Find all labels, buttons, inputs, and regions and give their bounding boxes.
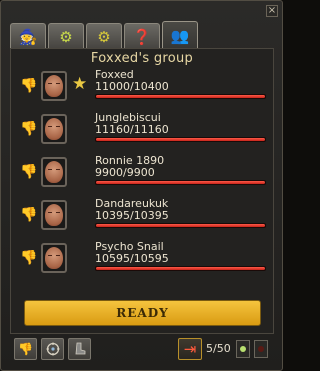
tab-help[interactable]: ❓ xyxy=(124,23,160,49)
follow-button[interactable] xyxy=(68,338,91,360)
member-hp: 11000/10400 xyxy=(95,80,169,93)
hp-bar-fill xyxy=(96,224,265,227)
member-hp: 10395/10395 xyxy=(95,209,169,222)
tab-character[interactable]: 🧙 xyxy=(10,23,46,49)
cogs-icon: ⚙ xyxy=(97,27,111,46)
compass-icon xyxy=(46,342,59,356)
avatar[interactable] xyxy=(41,71,67,101)
bottom-bar: 👎 ⇥ 5/50 xyxy=(10,338,274,364)
hp-bar xyxy=(95,266,266,271)
member-count: 5/50 xyxy=(206,342,231,355)
thumbs-down-icon[interactable]: 👎 xyxy=(20,79,38,93)
tab-options[interactable]: ⚙ xyxy=(86,23,122,49)
avatar[interactable] xyxy=(41,114,67,144)
chat-icon: ❓ xyxy=(132,27,152,46)
thumbs-down-icon[interactable]: 👎 xyxy=(20,165,38,179)
tab-bar: 🧙 ⚙ ⚙ ❓ 👥 xyxy=(10,21,198,49)
close-button[interactable]: × xyxy=(266,5,278,17)
hp-bar-fill xyxy=(96,181,265,184)
member-row: 👎 Dandareukuk 10395/10395 xyxy=(17,196,269,236)
face-icon xyxy=(45,118,63,140)
boot-icon xyxy=(75,342,85,355)
group-icon: 👥 xyxy=(170,26,190,45)
hp-bar xyxy=(95,94,266,99)
ready-button[interactable]: READY xyxy=(24,300,261,326)
hp-bar-fill xyxy=(96,138,265,141)
toggle-red-button[interactable] xyxy=(254,340,268,358)
hp-bar xyxy=(95,180,266,185)
member-row: 👎 ★ Foxxed 11000/10400 xyxy=(17,67,269,107)
group-title: Foxxed's group xyxy=(90,51,194,66)
member-row: 👎 Psycho Snail 10595/10595 xyxy=(17,239,269,279)
kick-button[interactable]: 👎 xyxy=(14,338,37,360)
leave-group-button[interactable]: ⇥ xyxy=(178,338,202,360)
face-icon xyxy=(45,204,63,226)
face-icon xyxy=(45,247,63,269)
exit-icon: ⇥ xyxy=(183,340,197,358)
thumbs-down-icon: 👎 xyxy=(18,342,33,356)
face-icon xyxy=(45,161,63,183)
character-icon: 🧙 xyxy=(18,27,38,46)
tab-settings[interactable]: ⚙ xyxy=(48,23,84,49)
tab-group[interactable]: 👥 xyxy=(162,21,198,49)
group-window: × 🧙 ⚙ ⚙ ❓ 👥 Foxxed's group 👎 ★ Foxxed 11… xyxy=(0,0,283,371)
red-dot-icon xyxy=(258,346,264,352)
member-row: 👎 Ronnie 1890 9900/9900 xyxy=(17,153,269,193)
avatar[interactable] xyxy=(41,243,67,273)
hp-bar-fill xyxy=(96,267,265,270)
avatar[interactable] xyxy=(41,200,67,230)
thumbs-down-icon[interactable]: 👎 xyxy=(20,122,38,136)
leader-star-icon: ★ xyxy=(72,74,88,94)
thumbs-down-icon[interactable]: 👎 xyxy=(20,251,38,265)
locate-button[interactable] xyxy=(41,338,64,360)
member-hp: 9900/9900 xyxy=(95,166,155,179)
group-panel: Foxxed's group 👎 ★ Foxxed 11000/10400 👎 … xyxy=(10,48,274,334)
face-icon xyxy=(45,75,63,97)
thumbs-down-icon[interactable]: 👎 xyxy=(20,208,38,222)
green-dot-icon xyxy=(240,346,246,352)
hp-bar xyxy=(95,137,266,142)
member-hp: 11160/11160 xyxy=(95,123,169,136)
member-hp: 10595/10595 xyxy=(95,252,169,265)
member-row: 👎 Junglebiscui 11160/11160 xyxy=(17,110,269,150)
hp-bar xyxy=(95,223,266,228)
hp-bar-fill xyxy=(96,95,265,98)
avatar[interactable] xyxy=(41,157,67,187)
gear-icon: ⚙ xyxy=(59,27,73,46)
toggle-green-button[interactable] xyxy=(236,340,250,358)
